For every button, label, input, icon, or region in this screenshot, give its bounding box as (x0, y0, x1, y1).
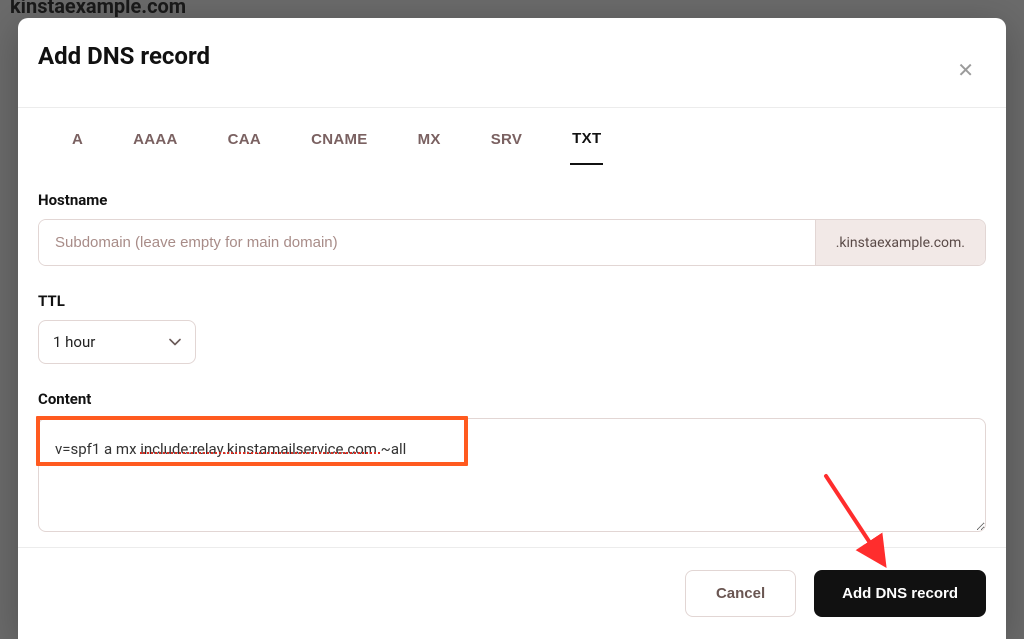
hostname-input-row: .kinstaexample.com. (38, 219, 986, 266)
modal-footer: Cancel Add DNS record (18, 547, 1006, 639)
add-dns-record-button[interactable]: Add DNS record (814, 570, 986, 617)
tab-txt[interactable]: TXT (570, 130, 603, 165)
hostname-suffix: .kinstaexample.com. (815, 220, 985, 265)
hostname-input[interactable] (39, 220, 815, 265)
tab-aaaa[interactable]: AAAA (131, 130, 180, 165)
tab-mx[interactable]: MX (416, 130, 443, 165)
close-button[interactable]: ✕ (953, 54, 978, 87)
ttl-value: 1 hour (53, 333, 95, 351)
content-label: Content (38, 390, 986, 408)
ttl-label: TTL (38, 292, 986, 310)
cancel-button[interactable]: Cancel (685, 570, 796, 617)
content-textarea[interactable] (38, 418, 986, 532)
tab-srv[interactable]: SRV (489, 130, 524, 165)
hostname-section: Hostname .kinstaexample.com. (38, 191, 986, 266)
ttl-section: TTL 1 hour (38, 292, 986, 364)
ttl-select[interactable]: 1 hour (38, 320, 196, 364)
background-domain-header: kinstaexample.com (0, 0, 1024, 18)
record-type-tabs: A AAAA CAA CNAME MX SRV TXT (38, 108, 986, 165)
hostname-label: Hostname (38, 191, 986, 209)
tab-cname[interactable]: CNAME (309, 130, 370, 165)
chevron-down-icon (169, 334, 181, 350)
tab-a[interactable]: A (70, 130, 85, 165)
content-wrapper (38, 418, 986, 536)
tab-caa[interactable]: CAA (226, 130, 263, 165)
modal-header: Add DNS record ✕ (18, 18, 1006, 108)
modal-body: A AAAA CAA CNAME MX SRV TXT Hostname .ki… (18, 108, 1006, 547)
modal-title: Add DNS record (38, 42, 210, 70)
content-section: Content (38, 390, 986, 536)
close-icon: ✕ (957, 60, 974, 82)
add-dns-record-modal: Add DNS record ✕ A AAAA CAA CNAME MX SRV… (18, 18, 1006, 639)
